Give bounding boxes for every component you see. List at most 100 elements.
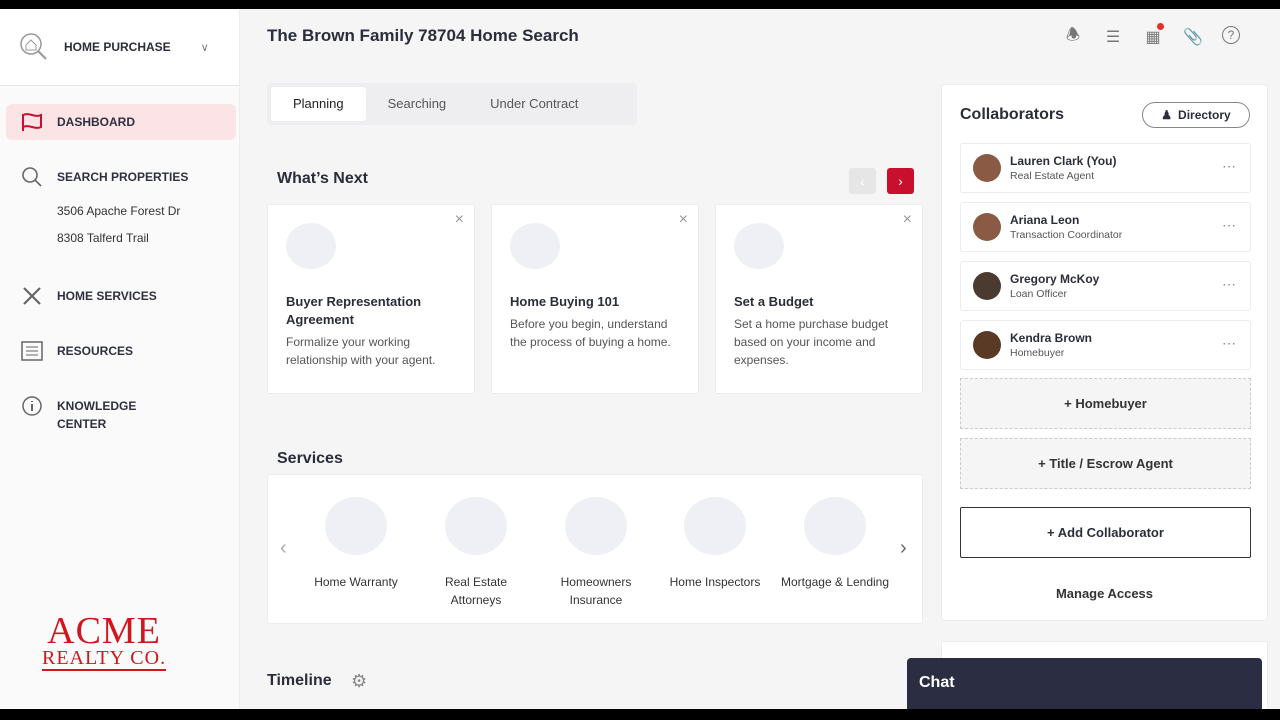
avatar [973, 272, 1001, 300]
budget-illustration-icon [734, 223, 784, 269]
search-icon [20, 165, 44, 189]
mortgage-icon [804, 497, 866, 555]
more-options-icon[interactable]: ⋯ [1222, 276, 1236, 293]
tab-searching[interactable]: Searching [366, 87, 469, 121]
collaborator-role: Loan Officer [1010, 288, 1068, 300]
services-carousel: ‹ Home Warranty Real Estate Attorneys Ho… [267, 474, 923, 624]
more-options-icon[interactable]: ⋯ [1222, 158, 1236, 175]
attorney-icon [445, 497, 507, 555]
collaborators-heading: Collaborators [960, 106, 1065, 123]
collaborator-role: Real Estate Agent [1010, 170, 1095, 182]
service-label: Homeowners Insurance [560, 575, 632, 607]
service-label: Home Warranty [314, 575, 398, 589]
more-options-icon[interactable]: ⋯ [1222, 335, 1236, 352]
service-label: Real Estate Attorneys [444, 575, 508, 607]
tab-under-contract[interactable]: Under Contract [468, 87, 600, 121]
stage-tabs: Planning Searching Under Contract [267, 83, 637, 125]
collaborator-card[interactable]: Ariana Leon Transaction Coordinator ⋯ [960, 202, 1251, 252]
service-label: Home Inspectors [669, 575, 761, 589]
sidebar-item-label: SEARCH PROPERTIES [57, 170, 189, 184]
property-link[interactable]: 3506 Apache Forest Dr [57, 204, 180, 218]
close-icon[interactable]: × [903, 211, 912, 229]
service-homeowners-insurance[interactable]: Homeowners Insurance [541, 497, 651, 609]
bell-icon[interactable]: 🕭 [1062, 26, 1084, 48]
info-icon [20, 394, 44, 418]
avatar [973, 213, 1001, 241]
collaborators-panel: Collaborators ♟ Directory Lauren Clark (Y… [941, 84, 1268, 621]
home-search-icon [20, 33, 47, 60]
add-homebuyer-button[interactable]: + Homebuyer [960, 378, 1251, 429]
sidebar-item-knowledge-center[interactable]: KNOWLEDGE CENTER [6, 388, 236, 439]
more-options-icon[interactable]: ⋯ [1222, 217, 1236, 234]
service-mortgage-lending[interactable]: Mortgage & Lending [780, 497, 890, 591]
workspace-label: HOME PURCHASE [64, 40, 171, 54]
help-icon[interactable]: ? [1222, 26, 1240, 44]
next-button[interactable]: › [887, 168, 914, 194]
collaborator-card[interactable]: Kendra Brown Homebuyer ⋯ [960, 320, 1251, 370]
directory-button[interactable]: ♟ Directory [1142, 102, 1250, 128]
card-title: Home Buying 101 [510, 294, 620, 309]
task-card[interactable]: × Set a Budget Set a home purchase budget … [715, 204, 923, 394]
close-icon[interactable]: × [455, 211, 464, 229]
directory-label: Directory [1178, 108, 1231, 122]
collaborator-role: Homebuyer [1010, 347, 1065, 359]
sidebar-item-home-services[interactable]: HOME SERVICES [6, 278, 236, 314]
collaborator-name: Gregory McKoy [1010, 272, 1100, 286]
close-icon[interactable]: × [679, 211, 688, 229]
collaborator-name: Kendra Brown [1010, 331, 1093, 345]
card-description: Formalize your working relationship with… [286, 335, 436, 367]
services-heading: Services [277, 450, 343, 467]
chevron-down-icon[interactable]: ∨ [201, 41, 209, 54]
add-title-escrow-button[interactable]: + Title / Escrow Agent [960, 438, 1251, 489]
collaborator-name: Lauren Clark (You) [1010, 154, 1117, 168]
service-label: Mortgage & Lending [780, 575, 890, 589]
chevron-left-icon[interactable]: ‹ [280, 537, 287, 560]
card-description: Before you begin, understand the process… [510, 317, 671, 349]
service-home-inspectors[interactable]: Home Inspectors [660, 497, 770, 591]
prev-button[interactable]: ‹ [849, 168, 876, 194]
manage-access-link[interactable]: Manage Access [942, 586, 1267, 601]
people-icon: ♟ [1161, 108, 1173, 122]
avatar [973, 331, 1001, 359]
sidebar-item-resources[interactable]: RESOURCES [6, 333, 236, 369]
gear-icon[interactable]: ⚙ [351, 671, 367, 692]
sidebar-item-label: DASHBOARD [57, 115, 135, 129]
task-card[interactable]: × Home Buying 101 Before you begin, unders… [491, 204, 699, 394]
collaborator-role: Transaction Coordinator [1010, 229, 1123, 241]
chevron-right-icon[interactable]: › [900, 537, 907, 560]
card-title: Buyer Representation Agreement [286, 294, 422, 327]
paperclip-icon[interactable]: 📎 [1182, 26, 1204, 48]
calendar-icon[interactable]: ▦ [1142, 23, 1164, 48]
checklist-icon[interactable]: ☰ [1102, 26, 1124, 48]
timeline-heading: Timeline [267, 672, 332, 689]
collaborator-name: Ariana Leon [1010, 213, 1080, 227]
avatar [973, 154, 1001, 182]
document-illustration-icon [286, 223, 336, 269]
tools-icon [20, 284, 44, 308]
sidebar-item-label: HOME SERVICES [57, 289, 157, 303]
whats-next-heading: What’s Next [277, 170, 368, 187]
page-title: The Brown Family 78704 Home Search [267, 26, 579, 45]
inspector-icon [684, 497, 746, 555]
collaborator-card[interactable]: Gregory McKoy Loan Officer ⋯ [960, 261, 1251, 311]
sidebar-item-label: RESOURCES [57, 344, 134, 358]
flag-icon [20, 110, 44, 134]
workspace-selector[interactable]: HOME PURCHASE ∨ [0, 9, 239, 86]
task-card[interactable]: × Buyer Representation Agreement Formalize… [267, 204, 475, 394]
company-logo: ACME REALTY CO. [42, 610, 167, 671]
chat-widget[interactable]: Chat [907, 658, 1262, 709]
tab-planning[interactable]: Planning [271, 87, 366, 121]
add-collaborator-button[interactable]: + Add Collaborator [960, 507, 1251, 558]
house-illustration-icon [510, 223, 560, 269]
property-link[interactable]: 8308 Talferd Trail [57, 231, 149, 245]
list-icon [20, 339, 44, 363]
collaborator-card[interactable]: Lauren Clark (You) Real Estate Agent ⋯ [960, 143, 1251, 193]
sidebar-item-search-properties[interactable]: SEARCH PROPERTIES [6, 159, 236, 195]
service-real-estate-attorneys[interactable]: Real Estate Attorneys [421, 497, 531, 609]
insurance-icon [565, 497, 627, 555]
home-warranty-icon [325, 497, 387, 555]
card-title: Set a Budget [734, 294, 814, 309]
sidebar-item-label: KNOWLEDGE CENTER [57, 399, 137, 431]
sidebar-item-dashboard[interactable]: DASHBOARD [6, 104, 236, 140]
service-home-warranty[interactable]: Home Warranty [301, 497, 411, 591]
